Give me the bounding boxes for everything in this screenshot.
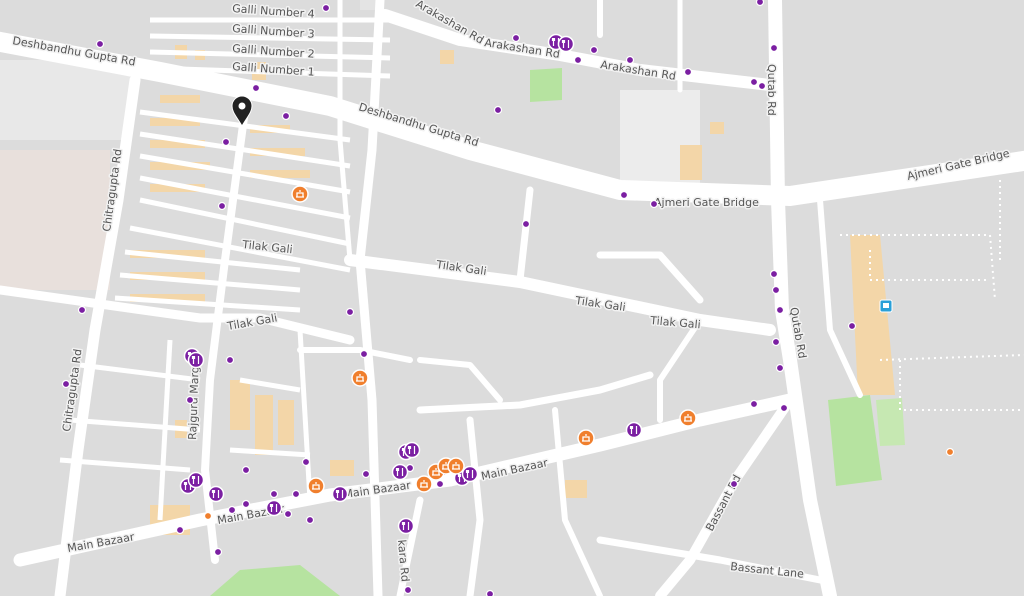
poi-dot bbox=[227, 505, 237, 515]
poi-dot bbox=[775, 363, 785, 373]
restaurant-icon bbox=[403, 441, 421, 459]
poi-dot bbox=[269, 489, 279, 499]
poi-dot bbox=[345, 307, 355, 317]
street-label: Qutab Rd bbox=[765, 64, 778, 116]
poi-dot bbox=[755, 0, 765, 7]
poi-dot bbox=[779, 403, 789, 413]
poi-dot bbox=[213, 547, 223, 557]
poi-dot bbox=[241, 499, 251, 509]
hotel-icon bbox=[307, 477, 325, 495]
poi-dot bbox=[77, 305, 87, 315]
restaurant-icon bbox=[265, 499, 283, 517]
hotel-icon bbox=[351, 369, 369, 387]
poi-dot bbox=[95, 39, 105, 49]
poi-dot bbox=[769, 43, 779, 53]
poi-dot bbox=[283, 509, 293, 519]
poi-dot bbox=[361, 469, 371, 479]
poi-dot bbox=[61, 379, 71, 389]
poi-dot bbox=[321, 3, 331, 13]
poi-dot bbox=[291, 489, 301, 499]
hotel-icon bbox=[447, 457, 465, 475]
hotel-icon bbox=[415, 475, 433, 493]
poi-dot bbox=[757, 81, 767, 91]
restaurant-icon bbox=[461, 465, 479, 483]
poi-dot bbox=[521, 219, 531, 229]
poi-dot bbox=[769, 269, 779, 279]
hotel-icon bbox=[577, 429, 595, 447]
poi-dot bbox=[359, 349, 369, 359]
poi-dot bbox=[251, 83, 261, 93]
metro-station-icon[interactable] bbox=[879, 299, 893, 313]
poi-dot bbox=[225, 355, 235, 365]
poi-dot bbox=[175, 525, 185, 535]
poi-dot bbox=[749, 399, 759, 409]
map-svg: Galli Number 4 Galli Number 3 Galli Numb… bbox=[0, 0, 1024, 596]
poi-dot bbox=[775, 305, 785, 315]
hotel-icon bbox=[291, 185, 309, 203]
restaurant-icon bbox=[331, 485, 349, 503]
poi-dot bbox=[203, 511, 213, 521]
poi-dot bbox=[749, 77, 759, 87]
poi-dot bbox=[625, 55, 635, 65]
poi-dot bbox=[217, 201, 227, 211]
restaurant-icon bbox=[187, 351, 205, 369]
poi-dot bbox=[241, 465, 251, 475]
poi-dot bbox=[683, 67, 693, 77]
restaurant-icon bbox=[391, 463, 409, 481]
poi-dot bbox=[771, 285, 781, 295]
restaurant-icon bbox=[207, 485, 225, 503]
poi-dot bbox=[945, 447, 955, 457]
poi-dot bbox=[435, 479, 445, 489]
poi-dot bbox=[511, 33, 521, 43]
poi-dot bbox=[221, 137, 231, 147]
poi-dot bbox=[305, 515, 315, 525]
poi-dot bbox=[281, 111, 291, 121]
restaurant-icon bbox=[397, 517, 415, 535]
poi-dot bbox=[301, 457, 311, 467]
restaurant-icon bbox=[625, 421, 643, 439]
poi-dot bbox=[589, 45, 599, 55]
poi-dot bbox=[771, 337, 781, 347]
poi-dot bbox=[847, 321, 857, 331]
street-label: Ajmeri Gate Bridge bbox=[654, 196, 759, 209]
restaurant-icon bbox=[557, 35, 575, 53]
poi-dot bbox=[573, 55, 583, 65]
hotel-icon bbox=[679, 409, 697, 427]
poi-dot bbox=[485, 589, 495, 596]
poi-dot bbox=[649, 199, 659, 209]
poi-dot bbox=[729, 479, 739, 489]
poi-dot bbox=[619, 190, 629, 200]
poi-dot bbox=[493, 105, 503, 115]
poi-dot bbox=[185, 395, 195, 405]
restaurant-icon bbox=[187, 471, 205, 489]
map-canvas[interactable]: Galli Number 4 Galli Number 3 Galli Numb… bbox=[0, 0, 1024, 596]
poi-dot bbox=[403, 585, 413, 595]
